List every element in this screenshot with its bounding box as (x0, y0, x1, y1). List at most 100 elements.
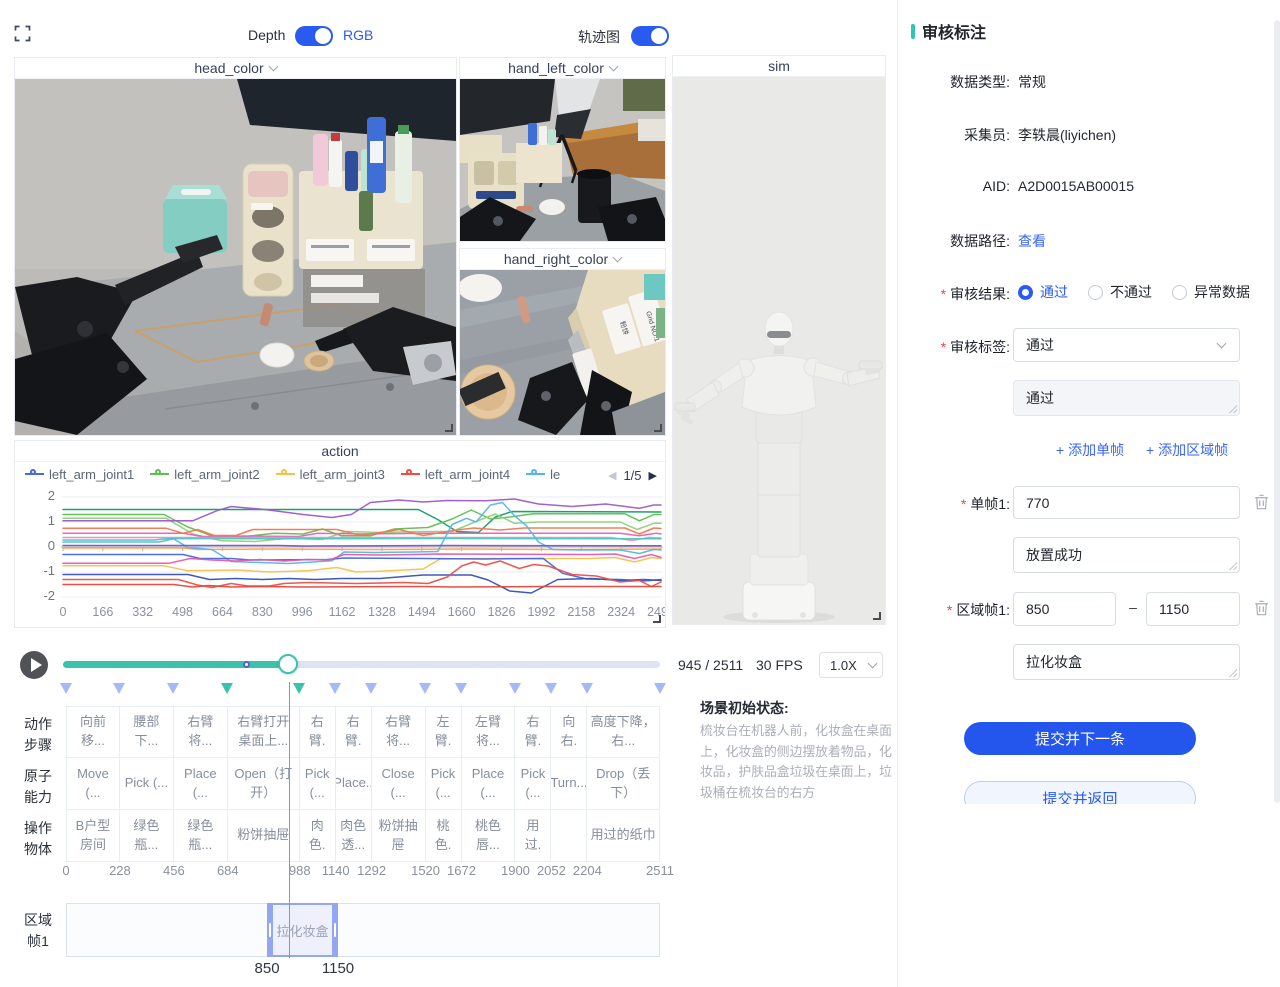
resize-handle-icon[interactable] (445, 424, 453, 432)
timeline-marker[interactable] (293, 683, 305, 694)
legend-item[interactable]: le (526, 467, 560, 482)
x-tick-label: 1660 (444, 605, 480, 619)
hand-right-camera-header[interactable]: hand_right_color (460, 249, 665, 270)
timeline-marker[interactable] (509, 683, 521, 694)
review-result-option[interactable]: 通过 (1018, 282, 1068, 302)
x-tick-label: 1826 (484, 605, 520, 619)
chevron-down-icon (613, 252, 623, 262)
resize-handle-icon[interactable] (653, 615, 661, 623)
data-path-link[interactable]: 查看 (1018, 231, 1046, 251)
single-frame-dot[interactable] (243, 661, 250, 668)
annotation-review-app: Depth RGB 轨迹图 head_color (0, 0, 1280, 987)
timeline-axis-label: 0 (44, 863, 88, 878)
legend-next-icon[interactable]: ▶ (649, 469, 657, 482)
timeline-marker[interactable] (60, 683, 72, 694)
y-tick-label: 1 (27, 513, 55, 528)
timeline-slider[interactable] (63, 661, 660, 668)
timeline-marker[interactable] (419, 683, 431, 694)
legend-page-label: 1/5 (623, 468, 641, 483)
single-frame-input[interactable]: 770 (1013, 486, 1240, 519)
timeline-cell: 向右. (551, 706, 587, 758)
slider-handle[interactable] (278, 654, 298, 674)
x-tick-label: 830 (244, 605, 280, 619)
region-note-textarea[interactable]: 拉化妆盒 (1013, 644, 1240, 680)
segment-right-handle[interactable] (332, 903, 338, 957)
y-tick-label: 0 (27, 538, 55, 553)
add-region-frame-button[interactable]: + 添加区域帧 (1146, 440, 1228, 460)
delete-single-frame-icon[interactable] (1254, 494, 1269, 515)
single-frame-note-textarea[interactable]: 放置成功 (1013, 537, 1240, 573)
legend-item[interactable]: left_arm_joint2 (150, 467, 259, 482)
region-track-label: 区域 帧1 (14, 910, 62, 952)
timeline-cell: 用过. (515, 810, 551, 862)
resize-grip-icon[interactable] (1228, 668, 1237, 677)
legend-item[interactable]: left_arm_joint4 (401, 467, 510, 482)
chevron-down-icon (867, 658, 877, 668)
region-start-input[interactable]: 850 (1013, 592, 1116, 626)
data-type-value: 常规 (1018, 72, 1046, 92)
region-range-dash: – (1124, 599, 1142, 615)
timeline-marker[interactable] (167, 683, 179, 694)
trajectory-toggle[interactable] (631, 26, 669, 46)
single-frame-label: *单帧1: (830, 494, 1010, 514)
x-tick-label: 996 (284, 605, 320, 619)
resize-grip-icon[interactable] (1228, 561, 1237, 570)
x-tick-label: 1162 (324, 605, 360, 619)
timeline-marker[interactable] (581, 683, 593, 694)
legend-item[interactable]: left_arm_joint3 (276, 467, 385, 482)
timeline-cell: 左臂. (426, 706, 462, 758)
review-result-radio-group: 通过不通过异常数据 (1018, 282, 1270, 302)
delete-region-frame-icon[interactable] (1254, 600, 1269, 621)
scrollbar[interactable] (1274, 20, 1280, 803)
timeline-marker[interactable] (221, 683, 233, 694)
timeline-marker[interactable] (545, 683, 557, 694)
timeline-cell: 用过的纸巾 (587, 810, 660, 862)
fullscreen-icon[interactable] (14, 25, 31, 42)
add-single-frame-button[interactable]: + 添加单帧 (1056, 440, 1124, 460)
scene-state-description: 梳妆台在机器人前，化妆盒在桌面上，化妆盒的侧边摆放着物品，化妆品，护肤品盒垃圾在… (700, 721, 896, 804)
segment-left-handle[interactable] (267, 903, 273, 957)
radio-icon (1088, 285, 1103, 300)
legend-line-icon (401, 470, 420, 478)
region-frame-track[interactable]: 拉化妆盒 (66, 903, 660, 957)
hand-right-camera-panel: hand_right_color Grid NO.1 粉饼 (459, 248, 666, 436)
depth-rgb-toggle[interactable] (295, 26, 333, 46)
resize-grip-icon[interactable] (1228, 404, 1237, 413)
row-label-atomic-ability: 原子 能力 (14, 766, 62, 808)
review-tag-label: *审核标签: (830, 337, 1010, 357)
chevron-down-icon (268, 61, 278, 71)
fps-label: 30 FPS (756, 657, 803, 673)
timeline-cell: 肉色. (300, 810, 336, 862)
review-result-option[interactable]: 不通过 (1088, 282, 1152, 302)
timeline-cell: Pick (... (515, 758, 551, 810)
region-end-input[interactable]: 1150 (1146, 592, 1240, 626)
submit-next-button[interactable]: 提交并下一条 (964, 722, 1196, 755)
legend-line-icon (526, 470, 545, 478)
timeline-marker[interactable] (455, 683, 467, 694)
legend-item[interactable]: left_arm_joint1 (25, 467, 134, 482)
timeline-marker[interactable] (365, 683, 377, 694)
timeline-cell: 右臂将... (174, 706, 228, 758)
speed-select[interactable]: 1.0X (819, 652, 883, 678)
submit-return-button[interactable]: 提交并返回 (964, 781, 1196, 804)
timeline-marker[interactable] (113, 683, 125, 694)
action-chart-panel: action left_arm_joint1left_arm_joint2lef… (14, 440, 666, 628)
head-camera-header[interactable]: head_color (15, 58, 456, 79)
review-tag-select[interactable]: 通过 (1013, 328, 1240, 362)
y-tick-label: 2 (27, 488, 55, 503)
x-tick-label: 1494 (404, 605, 440, 619)
hand-left-camera-header[interactable]: hand_left_color (460, 58, 665, 79)
row-label-action-steps: 动作 步骤 (14, 714, 62, 756)
resize-handle-icon[interactable] (654, 424, 662, 432)
chevron-down-icon (608, 61, 618, 71)
timeline-axis-label: 1292 (350, 863, 394, 878)
review-tag-note-textarea[interactable]: 通过 (1013, 380, 1240, 416)
review-result-option[interactable]: 异常数据 (1172, 282, 1250, 302)
radio-icon (1172, 285, 1187, 300)
legend-prev-icon[interactable]: ◀ (608, 469, 616, 482)
timeline-marker[interactable] (329, 683, 341, 694)
region-segment[interactable]: 拉化妆盒 (267, 903, 338, 957)
play-button[interactable] (20, 651, 48, 679)
timeline-marker[interactable] (654, 683, 666, 694)
speed-value: 1.0X (830, 658, 857, 673)
